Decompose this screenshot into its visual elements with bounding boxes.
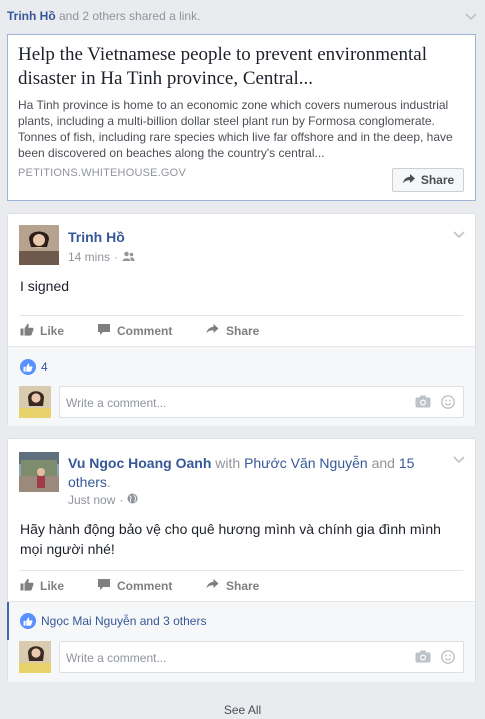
share-arrow-icon xyxy=(402,173,416,188)
likers-summary[interactable]: Ngọc Mai Nguyễn and 3 others xyxy=(20,613,206,629)
see-all-link[interactable]: See All xyxy=(0,703,485,717)
comment-bubble-icon xyxy=(97,323,111,339)
post-meta: Just now · xyxy=(68,493,138,507)
chevron-down-icon[interactable] xyxy=(453,453,465,465)
link-domain: PETITIONS.WHITEHOUSE.GOV xyxy=(18,167,186,179)
link-description: Ha Tinh province is home to an economic … xyxy=(18,98,453,160)
period-text: . xyxy=(106,474,111,490)
like-label: Like xyxy=(40,579,65,593)
post-author[interactable]: Vu Ngoc Hoang Oanh xyxy=(68,455,211,471)
post-trinh-ho: Trinh Hồ 14 mins · I signed Like Comment… xyxy=(7,213,476,426)
comment-label: Comment xyxy=(117,579,173,593)
like-button[interactable]: Like xyxy=(20,323,64,339)
like-reaction-icon xyxy=(20,359,36,375)
link-title[interactable]: Help the Vietnamese people to prevent en… xyxy=(18,43,468,91)
highlight-edge xyxy=(7,602,9,640)
thumbs-up-icon xyxy=(20,578,34,594)
shared-header-text: and 2 others shared a link. xyxy=(55,9,201,23)
chevron-down-icon[interactable] xyxy=(465,10,477,22)
share-action-button[interactable]: Share xyxy=(205,578,259,593)
post-timestamp[interactable]: Just now xyxy=(68,493,115,507)
share-arrow-icon xyxy=(205,323,220,338)
avatar[interactable] xyxy=(19,452,59,492)
share-action-button[interactable]: Share xyxy=(205,323,259,338)
post-author[interactable]: Trinh Hồ xyxy=(68,229,125,245)
likers-rest[interactable]: and 3 others xyxy=(136,614,207,628)
with-text: with xyxy=(211,455,245,471)
post-text: I signed xyxy=(20,278,70,294)
comment-placeholder: Write a comment... xyxy=(66,396,167,410)
share-arrow-icon xyxy=(205,578,220,593)
comment-button[interactable]: Comment xyxy=(97,578,172,594)
avatar[interactable] xyxy=(19,225,59,265)
emoji-icon[interactable] xyxy=(441,650,455,667)
camera-icon[interactable] xyxy=(415,395,431,412)
post-header-line: Vu Ngoc Hoang Oanh with Phước Văn Nguyễn… xyxy=(68,454,443,492)
comment-bubble-icon xyxy=(97,578,111,594)
friends-icon xyxy=(122,250,135,264)
post-meta: 14 mins · xyxy=(68,250,135,264)
post-vu-ngoc-hoang-oanh: Vu Ngoc Hoang Oanh with Phước Văn Nguyễn… xyxy=(7,438,476,682)
and-text: and xyxy=(367,455,399,471)
post-text: Hãy hành động bảo vệ cho quê hương mình … xyxy=(20,521,441,557)
like-reaction-icon xyxy=(20,613,36,629)
thumbs-up-icon xyxy=(20,323,34,339)
share-label: Share xyxy=(226,578,260,593)
camera-icon[interactable] xyxy=(415,650,431,667)
shared-link-header: Trinh Hồ and 2 others shared a link. xyxy=(0,0,485,32)
commenter-avatar xyxy=(19,386,51,418)
comment-label: Comment xyxy=(117,324,173,338)
comment-input[interactable]: Write a comment... xyxy=(59,641,464,673)
like-label: Like xyxy=(40,324,65,338)
like-count-number: 4 xyxy=(41,360,48,374)
tagged-person-link[interactable]: Phước Văn Nguyễn xyxy=(244,455,368,471)
commenter-avatar xyxy=(19,641,51,673)
comment-button[interactable]: Comment xyxy=(97,323,172,339)
feedback-section: Ngọc Mai Nguyễn and 3 others Write a com… xyxy=(7,601,475,682)
post-timestamp[interactable]: 14 mins xyxy=(68,250,110,264)
share-button-label: Share xyxy=(420,173,455,187)
share-button[interactable]: Share xyxy=(392,168,464,192)
divider xyxy=(20,315,463,316)
shared-link-card[interactable]: Help the Vietnamese people to prevent en… xyxy=(7,34,476,201)
comment-placeholder: Write a comment... xyxy=(66,651,167,665)
globe-icon xyxy=(127,493,138,507)
feedback-section: 4 Write a comment... xyxy=(8,346,475,426)
like-button[interactable]: Like xyxy=(20,578,64,594)
emoji-icon[interactable] xyxy=(441,395,455,412)
liker-name[interactable]: Ngọc Mai Nguyễn xyxy=(41,614,136,628)
divider xyxy=(20,570,463,571)
actor-link[interactable]: Trinh Hồ xyxy=(7,9,56,23)
like-count[interactable]: 4 xyxy=(20,359,48,375)
comment-input[interactable]: Write a comment... xyxy=(59,386,464,418)
chevron-down-icon[interactable] xyxy=(453,228,465,240)
share-label: Share xyxy=(226,323,260,338)
